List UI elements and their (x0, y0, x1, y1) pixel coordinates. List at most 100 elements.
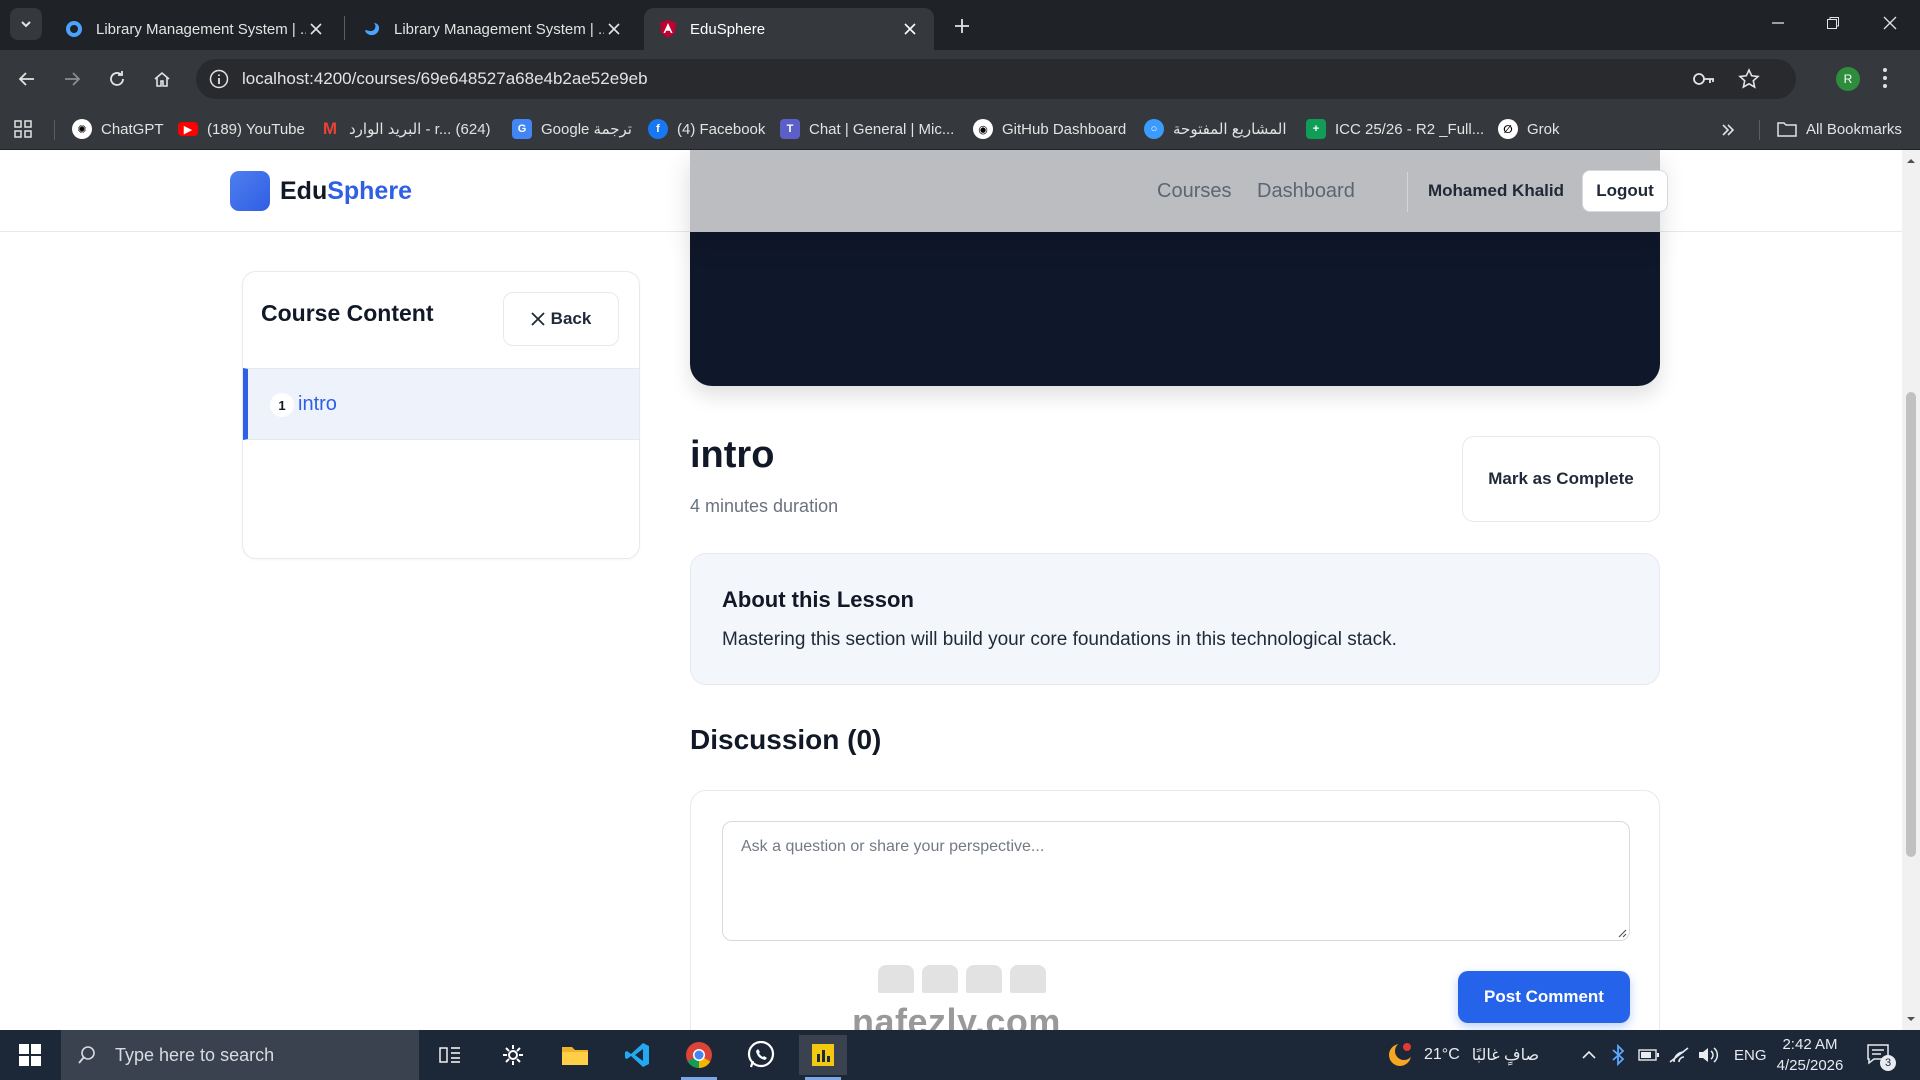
sidebar-title: Course Content (261, 300, 434, 326)
weather-desc: صافٍ غالبًا (1471, 1047, 1540, 1064)
tab-search-button[interactable] (10, 8, 42, 40)
site-logo[interactable]: EduSphere (230, 171, 412, 211)
notification-center-button[interactable]: 3 (1866, 1043, 1896, 1071)
minimize-button[interactable] (1758, 8, 1798, 38)
video-player[interactable] (690, 232, 1660, 386)
course-content-sidebar: Course Content Back 1 intro (242, 271, 640, 559)
back-nav-button[interactable] (11, 63, 43, 95)
bookmark-label: (4) Facebook (677, 120, 766, 138)
start-button[interactable] (0, 1030, 60, 1080)
page-scrollbar[interactable] (1902, 150, 1920, 1030)
address-bar[interactable]: localhost:4200/courses/69e648527a68e4b2a… (196, 59, 1796, 99)
bookmark-sheets[interactable]: + ICC 25/26 - R2 _Full... (1306, 118, 1484, 140)
all-bookmarks-button[interactable]: All Bookmarks (1777, 118, 1902, 140)
close-window-button[interactable] (1870, 8, 1910, 38)
vscode-icon (625, 1043, 649, 1067)
bookmark-label: ChatGPT (101, 120, 164, 138)
task-view-button[interactable] (426, 1035, 474, 1075)
logo-mark-icon (230, 171, 270, 211)
close-icon (1883, 16, 1897, 30)
tab-library-2[interactable]: Library Management System | ... (348, 8, 638, 50)
grok-icon: ∅ (1498, 119, 1518, 139)
whatsapp-app[interactable] (737, 1035, 785, 1075)
bookmark-star-icon[interactable] (1738, 68, 1760, 90)
plus-icon (955, 19, 969, 33)
teams-icon: T (780, 119, 800, 139)
close-icon[interactable] (604, 19, 624, 39)
lesson-title: intro (690, 434, 775, 476)
clock-time: 2:42 AM (1782, 1036, 1838, 1053)
bookmark-facebook[interactable]: f (4) Facebook (648, 118, 765, 140)
powerbi-app[interactable] (799, 1035, 847, 1080)
bookmark-label: Chat | General | Mic... (809, 120, 955, 138)
lesson-label: intro (298, 393, 337, 415)
logout-button[interactable]: Logout (1582, 170, 1668, 212)
new-tab-button[interactable] (948, 12, 976, 40)
arrow-left-icon (18, 72, 34, 86)
vscode-app[interactable] (613, 1035, 661, 1075)
wifi-icon[interactable] (1668, 1046, 1690, 1064)
close-icon[interactable] (900, 19, 920, 39)
bookmark-google-translate[interactable]: G Google ترجمة (512, 118, 632, 140)
scroll-up-icon[interactable] (1906, 156, 1916, 166)
chart-app-icon (812, 1044, 834, 1066)
close-icon[interactable] (306, 19, 326, 39)
apps-grid-icon[interactable] (14, 120, 32, 138)
reload-button[interactable] (101, 63, 133, 95)
chatgpt-icon: ✺ (72, 119, 92, 139)
nav-courses[interactable]: Courses (1157, 180, 1231, 203)
scroll-thumb[interactable] (1906, 392, 1916, 857)
lesson-item[interactable]: 1 intro (243, 368, 639, 440)
site-favicon-icon (365, 23, 380, 36)
bluetooth-icon[interactable] (1611, 1044, 1625, 1066)
github-icon: ◉ (973, 119, 993, 139)
forward-nav-button[interactable] (56, 63, 88, 95)
bookmark-chatgpt[interactable]: ✺ ChatGPT (72, 118, 164, 140)
profile-avatar[interactable]: R (1836, 67, 1860, 91)
site-info-icon[interactable] (208, 68, 230, 90)
bookmark-teams[interactable]: T Chat | General | Mic... (780, 118, 954, 140)
bookmark-gmail[interactable]: M البريد الوارد - r... (624) (320, 118, 491, 140)
volume-icon[interactable] (1697, 1045, 1719, 1065)
weather-widget[interactable]: 21°C صافٍ غالبًا (1386, 1030, 1539, 1080)
clock[interactable]: 2:42 AM 4/25/2026 (1770, 1034, 1850, 1076)
bookmark-label: Grok (1527, 120, 1560, 138)
restore-button[interactable] (1813, 8, 1853, 38)
chevron-up-icon[interactable] (1582, 1049, 1596, 1061)
bookmark-label: All Bookmarks (1806, 120, 1902, 138)
settings-app[interactable] (489, 1035, 537, 1075)
chevron-double-right-icon[interactable] (1720, 122, 1736, 138)
bookmark-youtube[interactable]: ▶ (189) YouTube (178, 118, 305, 140)
tab-title: Library Management System | ... (96, 20, 306, 38)
tab-title: EduSphere (690, 20, 766, 38)
file-explorer-app[interactable] (551, 1035, 599, 1075)
language-indicator[interactable]: ENG (1734, 1030, 1767, 1080)
password-key-icon[interactable] (1692, 69, 1716, 89)
tab-library-1[interactable]: Library Management System | ... (50, 8, 340, 50)
taskbar-search[interactable]: Type here to search (61, 1030, 419, 1080)
comment-input[interactable] (722, 821, 1630, 941)
bookmark-projects[interactable]: ○ المشاريع المفتوحة (1144, 118, 1287, 140)
resize-grip-icon[interactable] (1617, 928, 1627, 938)
nav-dashboard[interactable]: Dashboard (1257, 180, 1355, 203)
watermark: nafezly.com (852, 965, 1072, 1042)
reload-icon (110, 71, 124, 86)
bookmark-label: المشاريع المفتوحة (1173, 121, 1287, 138)
youtube-icon: ▶ (178, 122, 198, 136)
battery-icon[interactable] (1638, 1047, 1660, 1063)
browser-toolbar: localhost:4200/courses/69e648527a68e4b2a… (0, 50, 1920, 108)
scroll-down-icon[interactable] (1906, 1014, 1916, 1024)
post-comment-button[interactable]: Post Comment (1458, 971, 1630, 1023)
back-button[interactable]: Back (503, 292, 619, 346)
url-text[interactable]: localhost:4200/courses/69e648527a68e4b2a… (242, 69, 648, 89)
mark-complete-button[interactable]: Mark as Complete (1462, 436, 1660, 522)
more-menu-icon[interactable] (1882, 66, 1888, 90)
weather-temp: 21°C (1424, 1046, 1460, 1063)
home-button[interactable] (146, 63, 178, 95)
lesson-duration: 4 minutes duration (690, 496, 839, 516)
tab-title: Library Management System | ... (394, 20, 604, 38)
bookmark-github[interactable]: ◉ GitHub Dashboard (973, 118, 1126, 140)
tab-edusphere[interactable]: EduSphere (644, 8, 934, 50)
chrome-app[interactable] (675, 1035, 723, 1080)
bookmark-grok[interactable]: ∅ Grok (1498, 118, 1560, 140)
